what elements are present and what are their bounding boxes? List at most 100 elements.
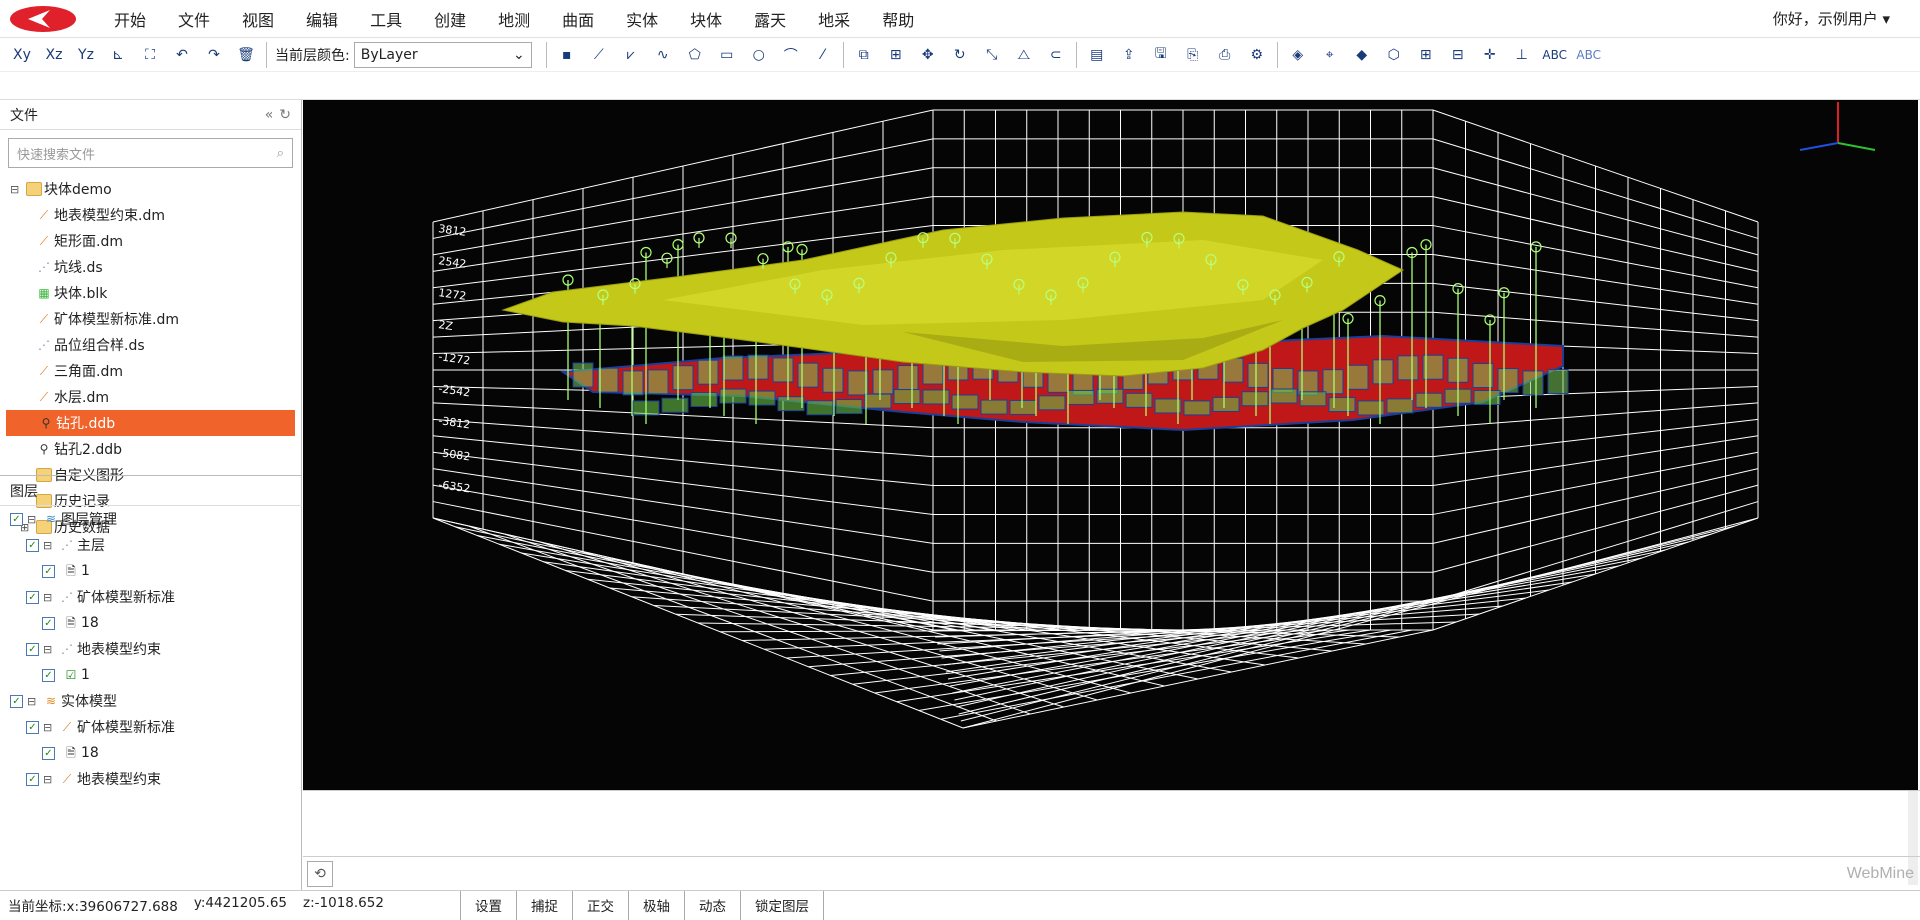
collapse-toggle-icon[interactable]: ⊟ — [43, 773, 55, 786]
menu-item-9[interactable]: 块体 — [674, 7, 738, 31]
spline-icon[interactable]: ∿ — [647, 40, 679, 70]
menu-item-0[interactable]: 开始 — [98, 7, 162, 31]
copy-icon[interactable]: ⧉ — [848, 40, 880, 70]
cube-icon[interactable]: ⬡ — [1378, 40, 1410, 70]
3d-viewport[interactable]: 3812 2542 1272 2Z -1272 -2542 -3812 -5082 -6352 — [303, 100, 1918, 790]
offset-icon[interactable]: ⊞ — [880, 40, 912, 70]
collapse-icon[interactable]: « — [265, 107, 274, 123]
layer-visibility-checkbox[interactable]: ✓ — [42, 746, 55, 760]
layer-visibility-checkbox[interactable]: ✓ — [42, 564, 55, 578]
layer-visibility-checkbox[interactable]: ✓ — [26, 590, 39, 604]
collapse-toggle-icon[interactable]: ⊟ — [10, 183, 22, 196]
tree-root-folder[interactable]: ⊟ 块体demo — [0, 176, 301, 202]
perpendicular-icon[interactable]: ⊥ — [1506, 40, 1538, 70]
collapse-toggle-icon[interactable]: ⊟ — [43, 721, 55, 734]
view-yz-button[interactable]: Yz — [70, 40, 102, 70]
menu-item-10[interactable]: 露天 — [738, 7, 802, 31]
file-tree-item[interactable]: ⟋ 三角面.dm — [0, 358, 301, 384]
status-button-3[interactable]: 极轴 — [628, 890, 684, 920]
intersect-icon[interactable]: ✛ — [1474, 40, 1506, 70]
file-tree-item[interactable]: ⟋ 矩形面.dm — [0, 228, 301, 254]
collapse-toggle-icon[interactable]: ⊟ — [43, 643, 55, 656]
snap-center-icon[interactable]: ⌖ — [1314, 40, 1346, 70]
menu-item-11[interactable]: 地采 — [802, 7, 866, 31]
export-icon[interactable]: ⇪ — [1113, 40, 1145, 70]
move-icon[interactable]: ✥ — [912, 40, 944, 70]
zoom-extent-icon[interactable]: ⛶ — [134, 40, 166, 70]
save-as-icon[interactable]: ⎘ — [1177, 40, 1209, 70]
menu-item-3[interactable]: 编辑 — [290, 7, 354, 31]
layer-tree-row[interactable]: ✓ ⊟ ≋ 图层管理 — [0, 506, 302, 532]
layer-tree-row[interactable]: ✓ 🗎 18 — [0, 610, 302, 636]
collapse-toggle-icon[interactable]: ⊟ — [27, 513, 39, 526]
polyline-icon[interactable]: ⩗ — [615, 40, 647, 70]
layer-visibility-checkbox[interactable]: ✓ — [10, 694, 23, 708]
axis-view-icon[interactable]: ⊾ — [102, 40, 134, 70]
view-xz-button[interactable]: Xz — [38, 40, 70, 70]
properties-icon[interactable]: ▤ — [1081, 40, 1113, 70]
rectangle-icon[interactable]: ▭ — [711, 40, 743, 70]
grid-snap-icon[interactable]: ⊟ — [1442, 40, 1474, 70]
layer-tree-row[interactable]: ✓ 🗎 1 — [0, 558, 302, 584]
grid-icon[interactable]: ⊞ — [1410, 40, 1442, 70]
menu-item-2[interactable]: 视图 — [226, 7, 290, 31]
layer-visibility-checkbox[interactable]: ✓ — [42, 616, 55, 630]
layer-tree-row[interactable]: ✓ ⊟ ⟋ 矿体模型新标准 — [0, 714, 302, 740]
file-tree-item[interactable]: ⟋ 水层.dm — [0, 384, 301, 410]
scale-icon[interactable]: ⤡ — [976, 40, 1008, 70]
circle-icon[interactable]: ○ — [743, 40, 775, 70]
menu-item-6[interactable]: 地测 — [482, 7, 546, 31]
extend-icon[interactable]: ⊂ — [1040, 40, 1072, 70]
search-icon[interactable]: ⌕ — [277, 146, 284, 161]
history-icon[interactable]: ⟲ — [307, 861, 333, 887]
layer-tree-row[interactable]: ✓ ⊟ ⋰ 矿体模型新标准 — [0, 584, 302, 610]
status-button-1[interactable]: 捕捉 — [516, 890, 572, 920]
polygon-icon[interactable]: ⬠ — [679, 40, 711, 70]
rotate-icon[interactable]: ↻ — [944, 40, 976, 70]
file-tree-item[interactable]: ⟋ 矿体模型新标准.dm — [0, 306, 301, 332]
layer-visibility-checkbox[interactable]: ✓ — [42, 668, 55, 682]
line-icon[interactable]: ⟋ — [583, 40, 615, 70]
layer-tree-row[interactable]: ✓ ⊟ ≋ 实体模型 — [0, 688, 302, 714]
layer-visibility-checkbox[interactable]: ✓ — [10, 512, 23, 526]
layer-tree-row[interactable]: ✓ ⊟ ⟋ 地表模型约束 — [0, 766, 302, 792]
curve-icon[interactable]: ⁄ — [807, 40, 839, 70]
file-tree-item[interactable]: ⋰ 品位组合样.ds — [0, 332, 301, 358]
status-button-0[interactable]: 设置 — [460, 890, 516, 920]
status-button-5[interactable]: 锁定图层 — [740, 890, 824, 920]
status-button-4[interactable]: 动态 — [684, 890, 740, 920]
menu-item-4[interactable]: 工具 — [354, 7, 418, 31]
view-xy-button[interactable]: Xy — [6, 40, 38, 70]
arc-icon[interactable]: ⌒ — [775, 40, 807, 70]
menu-item-12[interactable]: 帮助 — [866, 7, 930, 31]
delete-icon[interactable]: 🗑 — [230, 40, 262, 70]
menu-item-5[interactable]: 创建 — [418, 7, 482, 31]
layer-visibility-checkbox[interactable]: ✓ — [26, 772, 39, 786]
layer-tree-row[interactable]: ✓ ⊟ ⋰ 地表模型约束 — [0, 636, 302, 662]
print-icon[interactable]: ⎙ — [1209, 40, 1241, 70]
refresh-icon[interactable]: ↻ — [279, 107, 291, 123]
menu-item-1[interactable]: 文件 — [162, 7, 226, 31]
mirror-icon[interactable]: ⧍ — [1008, 40, 1040, 70]
point-icon[interactable]: ▪ — [551, 40, 583, 70]
file-search-input[interactable]: 快速搜索文件 ⌕ — [8, 138, 293, 168]
redo-icon[interactable]: ↷ — [198, 40, 230, 70]
file-tree-item[interactable]: ⋰ 坑线.ds — [0, 254, 301, 280]
layer-tree-row[interactable]: ✓ ☑ 1 — [0, 662, 302, 688]
menu-item-7[interactable]: 曲面 — [546, 7, 610, 31]
snap-node-icon[interactable]: ◈ — [1282, 40, 1314, 70]
file-tree-item[interactable]: ⚲ 钻孔.ddb — [6, 410, 295, 436]
layer-tree-row[interactable]: ✓ ⊟ ⋰ 主层 — [0, 532, 302, 558]
layer-color-select[interactable]: ByLayer ⌄ — [353, 41, 532, 68]
status-button-2[interactable]: 正交 — [572, 890, 628, 920]
save-icon[interactable]: 🖫 — [1145, 40, 1177, 70]
text-abc-alt-button[interactable]: ABC — [1572, 40, 1606, 70]
user-menu[interactable]: 你好，示例用户 ▾ — [1773, 8, 1890, 29]
collapse-toggle-icon[interactable]: ⊟ — [27, 695, 39, 708]
layer-tree-row[interactable]: ✓ 🗎 18 — [0, 740, 302, 766]
text-abc-button[interactable]: ABC — [1538, 40, 1572, 70]
undo-icon[interactable]: ↶ — [166, 40, 198, 70]
layer-visibility-checkbox[interactable]: ✓ — [26, 538, 39, 552]
collapse-toggle-icon[interactable]: ⊟ — [43, 539, 55, 552]
layer-visibility-checkbox[interactable]: ✓ — [26, 720, 39, 734]
